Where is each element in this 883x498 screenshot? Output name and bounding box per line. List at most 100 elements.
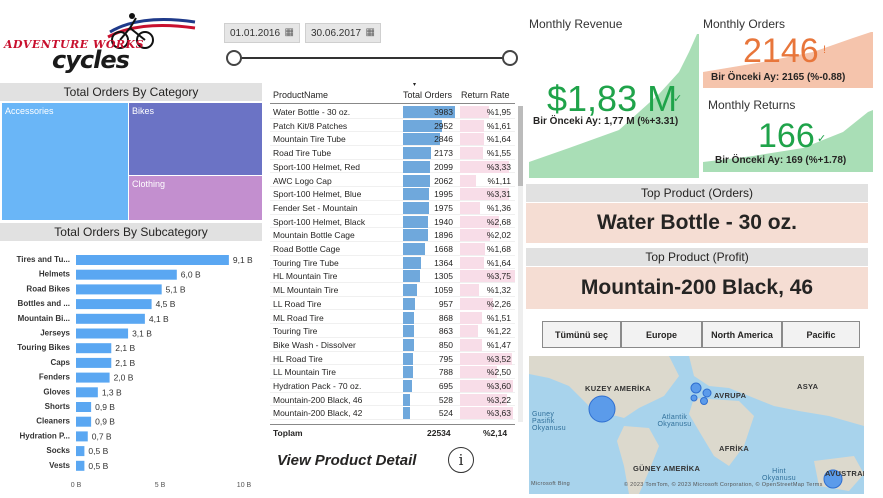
bar-value-label: 9,1 B [233,255,253,265]
view-product-detail-link[interactable]: View Product Detail [277,452,416,469]
bar[interactable] [76,284,162,295]
table-row[interactable]: Patch Kit/8 Patches 2952 %1,61 [270,119,515,133]
category-label: Vests [49,461,70,470]
table-row[interactable]: HL Road Tire 795 %3,52 [270,352,515,366]
table-row[interactable]: Sport-100 Helmet, Blue 1995 %3,31 [270,187,515,201]
end-date-input[interactable]: 30.06.2017 ▦ [305,23,381,43]
top-product-profit-value: Mountain-200 Black, 46 [526,267,868,309]
table-scrollbar[interactable] [518,106,523,422]
region-button-pacific[interactable]: Pacific [782,321,860,348]
treemap-tile-clothing[interactable]: Clothing [129,176,262,220]
bar[interactable] [76,460,85,471]
treemap-tile-accessories[interactable]: Accessories [2,103,128,220]
region-button-north-america[interactable]: North America [702,321,782,348]
table-row[interactable]: Mountain-200 Black, 46 528 %3,22 [270,393,515,407]
orders-label: Monthly Orders [703,17,786,31]
map-bubble[interactable] [690,394,698,402]
header-total-orders[interactable]: Total Orders [403,90,452,100]
table-row[interactable]: ML Mountain Tire 1059 %1,32 [270,283,515,297]
calendar-icon[interactable]: ▦ [285,27,294,38]
bar[interactable] [76,416,92,427]
bar[interactable] [76,328,129,339]
category-label: Hydration P... [19,431,70,440]
product-name-cell: Mountain Bottle Cage [273,230,355,241]
table-row[interactable]: Fender Set - Mountain 1975 %1,36 [270,201,515,215]
bar[interactable] [76,402,92,412]
orders-databar [403,201,429,214]
date-range-start-handle[interactable] [226,50,242,66]
bar[interactable] [76,372,110,383]
product-name-cell: Fender Set - Mountain [273,202,358,213]
map-bubble[interactable] [702,388,712,398]
treemap-tile-bikes[interactable]: Bikes [129,103,262,175]
region-button-europe[interactable]: Europe [621,321,702,348]
table-row[interactable]: Touring Tire 863 %1,22 [270,324,515,338]
end-date-value: 30.06.2017 [311,28,362,39]
total-orders-cell: 788 [438,367,453,378]
bar-value-label: 0,7 B [92,431,112,441]
bar-value-label: 5,1 B [166,284,186,294]
total-orders-cell: 1059 [434,285,453,296]
bar[interactable] [76,269,177,280]
bar[interactable] [76,431,88,442]
table-row[interactable]: Mountain Bottle Cage 1896 %2,02 [270,228,515,242]
revenue-label: Monthly Revenue [529,17,623,31]
table-row[interactable]: Water Bottle - 30 oz. 3983 %1,95 [270,105,515,119]
table-row[interactable]: Sport-100 Helmet, Black 1940 %2,68 [270,215,515,229]
table-row[interactable]: Mountain-200 Black, 42 524 %3,63 [270,406,515,421]
return-rate-databar [460,284,480,297]
header-product-name[interactable]: ProductName [273,90,328,100]
total-orders-cell: 1305 [434,271,453,282]
sort-desc-icon: ▾ [413,82,417,88]
x-axis-tick: 0 B [71,482,82,489]
map-bubble[interactable] [700,397,708,405]
sales-map[interactable]: KUZEY AMERİKA AVRUPA ASYA AFRİKA GÜNEY A… [529,356,864,494]
return-rate-databar [460,147,483,160]
table-header: ProductName Total Orders ▾ Return Rate [270,82,515,104]
table-row[interactable]: Road Tire Tube 2173 %1,55 [270,146,515,160]
table-row[interactable]: Mountain Tire Tube 2846 %1,64 [270,132,515,147]
region-button-select-all[interactable]: Tümünü seç [542,321,621,348]
info-icon[interactable]: i [448,447,474,473]
bar[interactable] [76,313,145,324]
return-rate-databar [460,325,478,338]
table-row[interactable]: AWC Logo Cap 2062 %1,11 [270,174,515,188]
table-row[interactable]: Sport-100 Helmet, Red 2099 %3,33 [270,160,515,174]
total-orders-cell: 1975 [434,202,453,213]
start-date-input[interactable]: 01.01.2016 ▦ [224,23,300,43]
product-name-cell: Water Bottle - 30 oz. [273,107,351,117]
table-row[interactable]: HL Mountain Tire 1305 %3,75 [270,269,515,284]
bar[interactable] [76,255,229,265]
orders-databar [403,366,414,379]
returns-compare: Bir Önceki Ay: 169 (%+1.78) [715,155,847,166]
bar[interactable] [76,343,112,354]
total-orders-cell: 2173 [434,148,453,159]
category-label: Mountain Bi... [18,314,70,323]
orders-databar [403,338,415,351]
table-row[interactable]: Touring Tire Tube 1364 %1,64 [270,256,515,270]
table-row[interactable]: Bike Wash - Dissolver 850 %1,47 [270,338,515,352]
orders-value: 2146 [743,32,819,70]
category-label: Jerseys [40,329,70,338]
table-row[interactable]: Hydration Pack - 70 oz. 695 %3,60 [270,379,515,393]
logo-line2: cycles [52,46,130,74]
x-axis-tick: 5 B [155,482,166,489]
table-row[interactable]: LL Mountain Tire 788 %2,50 [270,365,515,379]
map-bubble[interactable] [588,395,616,423]
category-label: Gloves [43,387,70,396]
map-bubble[interactable] [690,382,702,394]
bar[interactable] [76,387,98,398]
top-product-orders-title: Top Product (Orders) [526,184,868,202]
table-row[interactable]: ML Road Tire 868 %1,51 [270,311,515,325]
calendar-icon[interactable]: ▦ [366,27,375,38]
category-label: Tires and Tu... [17,255,71,264]
category-label: Helmets [39,270,71,279]
bar[interactable] [76,446,85,457]
bar[interactable] [76,299,152,310]
scrollbar-thumb[interactable] [518,106,523,186]
table-row[interactable]: Road Bottle Cage 1668 %1,68 [270,242,515,256]
header-return-rate[interactable]: Return Rate [461,90,510,100]
table-row[interactable]: LL Road Tire 957 %2,26 [270,297,515,311]
bar[interactable] [76,357,112,368]
date-range-end-handle[interactable] [502,50,518,66]
